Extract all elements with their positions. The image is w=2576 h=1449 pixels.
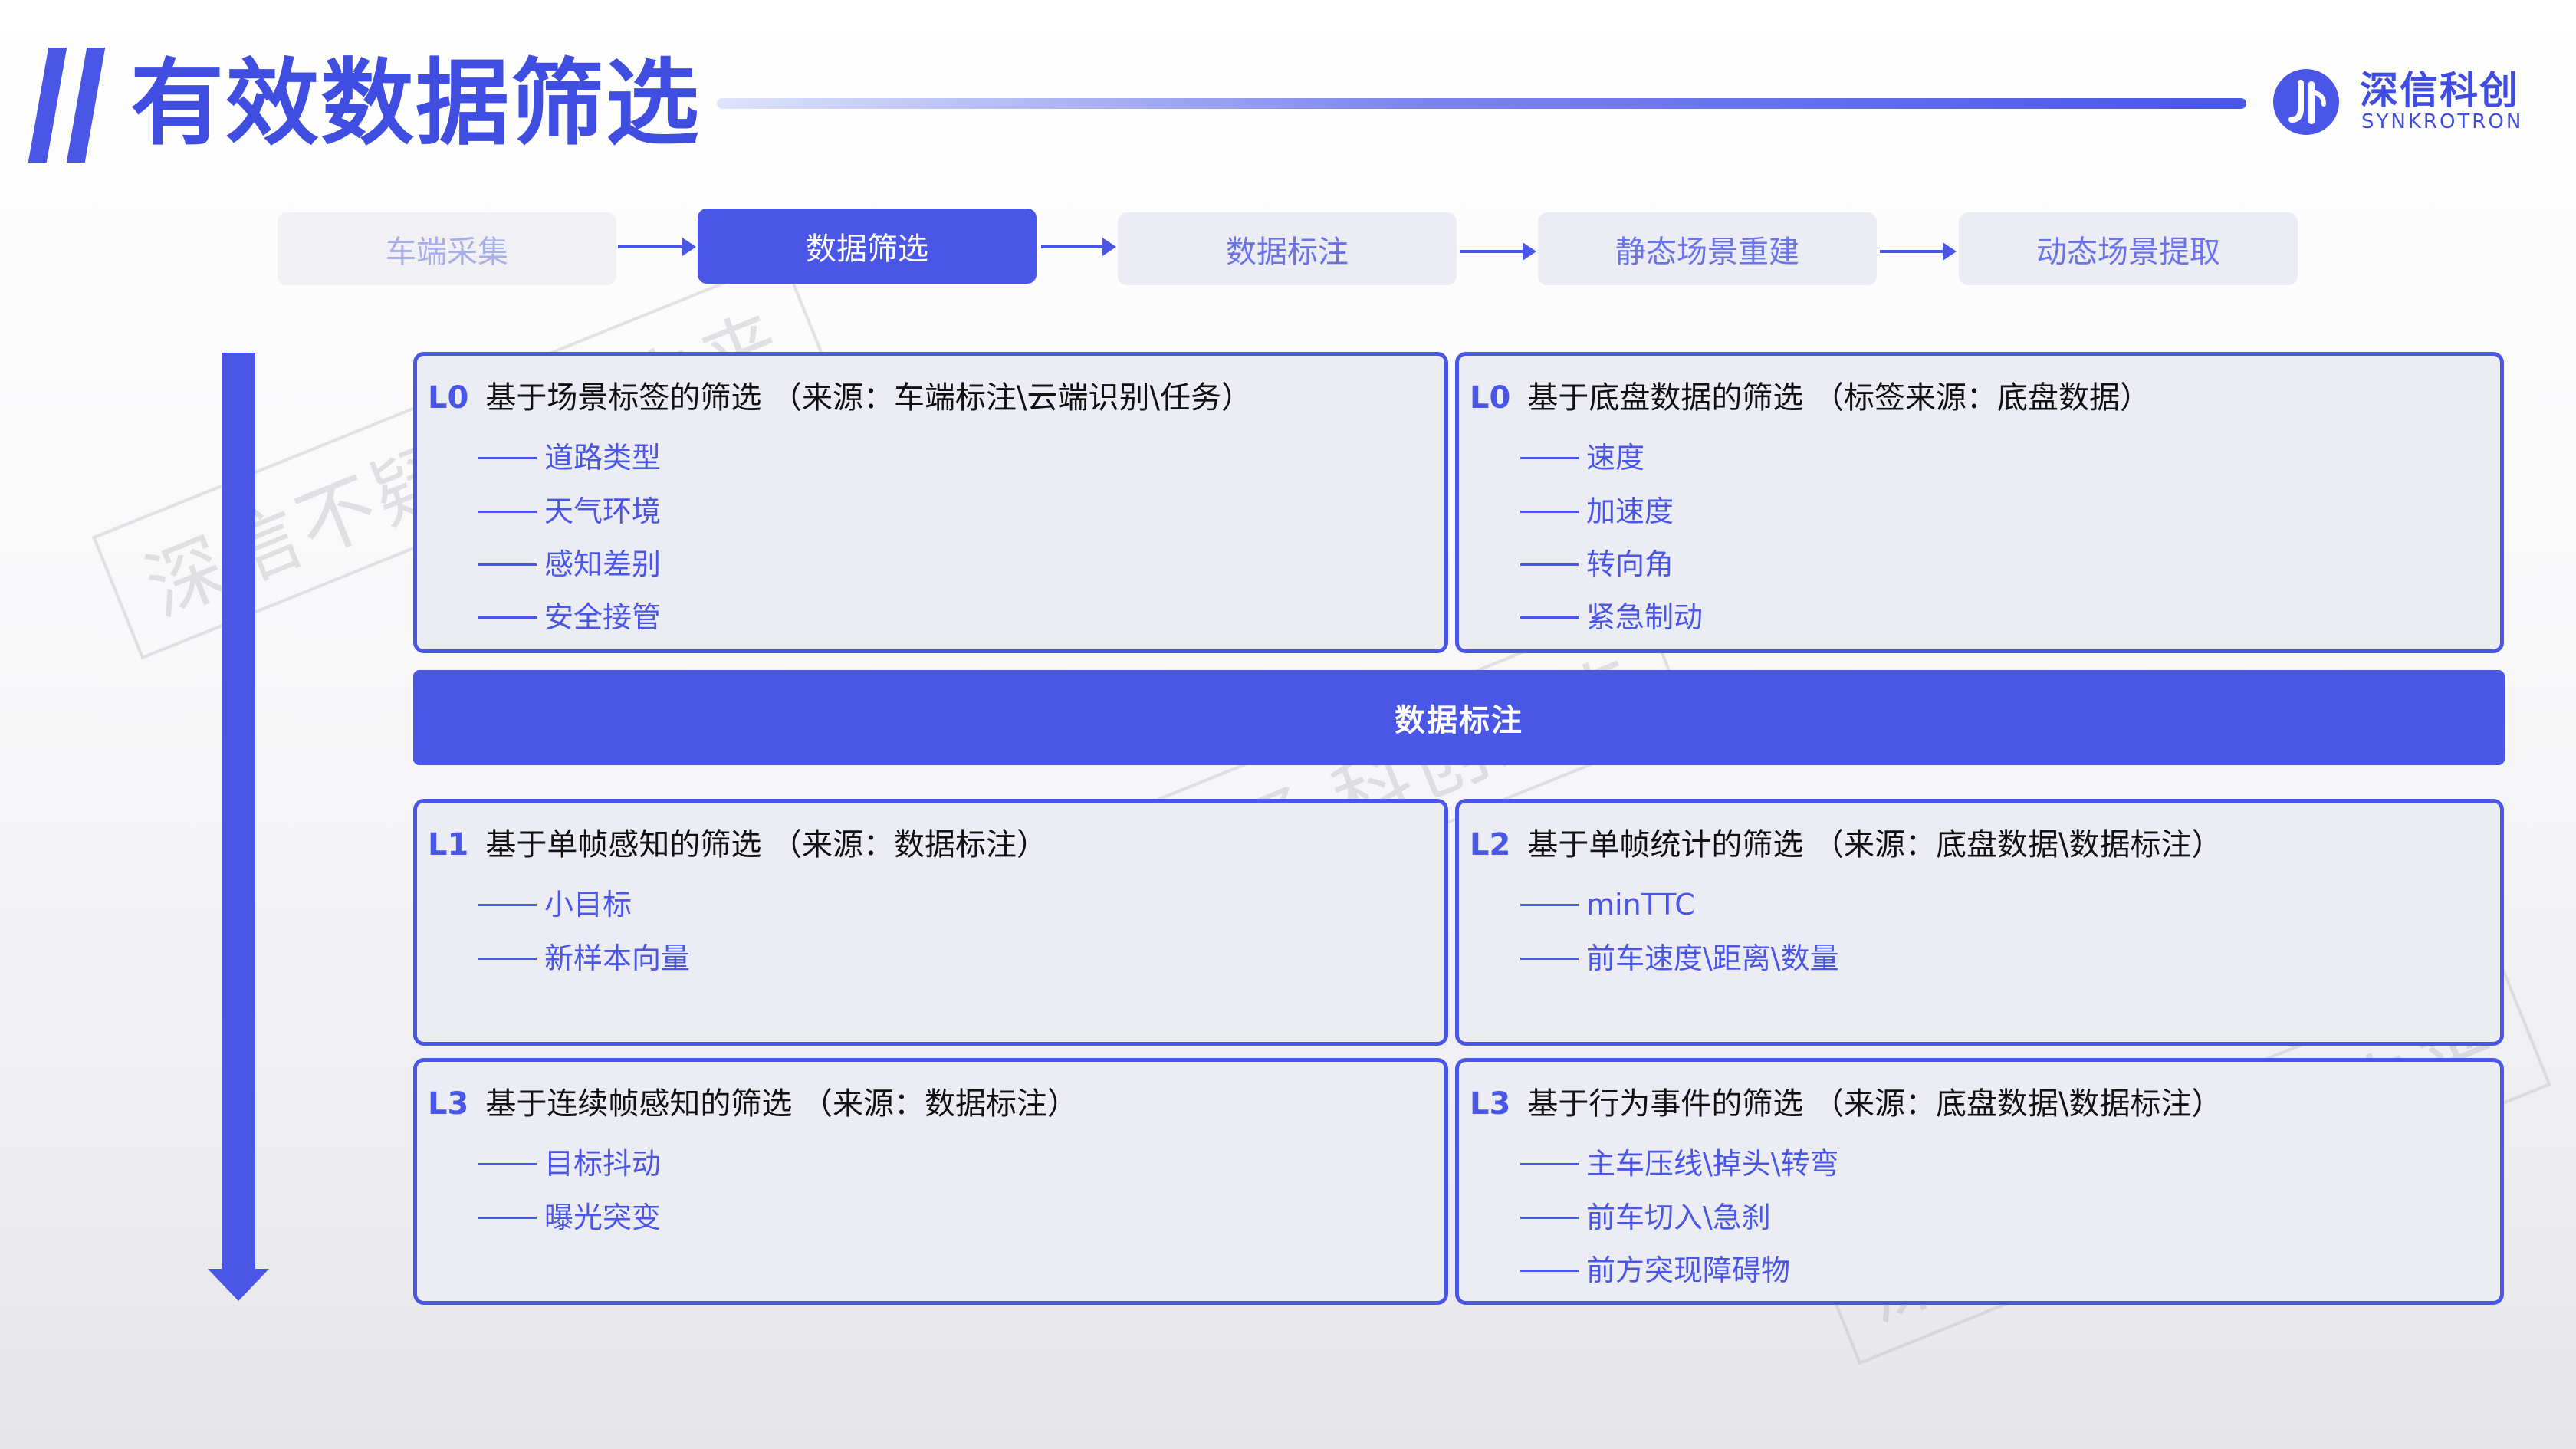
flow-arrow-icon	[618, 238, 696, 256]
pipeline-step-collect[interactable]: 车端采集	[278, 212, 616, 285]
filter-box-l3-continuous: L3 基于连续帧感知的筛选 （来源：数据标注） 目标抖动 曝光突变	[413, 1058, 1448, 1305]
box-title: 基于单帧感知的筛选 （来源：数据标注）	[485, 827, 1048, 863]
box-heading: L1 基于单帧感知的筛选 （来源：数据标注）	[428, 826, 1047, 864]
logo-text-en: SYNKROTRON	[2361, 110, 2524, 133]
level-label: L0	[1470, 380, 1511, 416]
pipeline-step-static-rebuild[interactable]: 静态场景重建	[1538, 212, 1877, 285]
list-item: 目标抖动	[478, 1146, 661, 1181]
box-title: 基于单帧统计的筛选 （来源：底盘数据\数据标注）	[1527, 827, 2223, 863]
filter-box-l2: L2 基于单帧统计的筛选 （来源：底盘数据\数据标注） minTTC 前车速度\距…	[1455, 799, 2504, 1046]
box-title: 基于底盘数据的筛选 （标签来源：底盘数据）	[1527, 380, 2151, 416]
title-accent-bar	[66, 48, 106, 163]
box-heading: L3 基于行为事件的筛选 （来源：底盘数据\数据标注）	[1470, 1085, 2223, 1123]
pipeline-step-filter[interactable]: 数据筛选	[698, 209, 1037, 284]
box-title: 基于场景标签的筛选 （来源：车端标注\云端识别\任务）	[485, 380, 1252, 416]
list-item: 前车速度\距离\数量	[1520, 941, 1839, 976]
logo-icon	[2273, 69, 2339, 135]
list-item: 道路类型	[478, 440, 661, 475]
list-item: 感知差别	[478, 547, 661, 582]
list-item: 前方突现障碍物	[1520, 1253, 1790, 1288]
logo-text-cn: 深信科创	[2360, 68, 2519, 113]
list-item: 新样本向量	[478, 941, 690, 976]
list-item: 小目标	[478, 887, 632, 922]
filter-box-l3-events: L3 基于行为事件的筛选 （来源：底盘数据\数据标注） 主车压线\掉头\转弯 前车…	[1455, 1058, 2504, 1305]
list-item: minTTC	[1520, 887, 1695, 922]
filter-box-l0-chassis: L0 基于底盘数据的筛选 （标签来源：底盘数据） 速度 加速度 转向角 紧急制动	[1455, 352, 2504, 653]
pipeline-step-dynamic-extract[interactable]: 动态场景提取	[1959, 212, 2298, 285]
box-heading: L2 基于单帧统计的筛选 （来源：底盘数据\数据标注）	[1470, 826, 2223, 864]
level-label: L1	[428, 827, 469, 863]
flow-arrow-icon	[1880, 242, 1957, 261]
box-title: 基于连续帧感知的筛选 （来源：数据标注）	[485, 1086, 1079, 1122]
filter-box-l0-scene-tags: L0 基于场景标签的筛选 （来源：车端标注\云端识别\任务） 道路类型 天气环境 …	[413, 352, 1448, 653]
list-item: 转向角	[1520, 547, 1674, 582]
list-item: 安全接管	[478, 600, 661, 635]
box-title: 基于行为事件的筛选 （来源：底盘数据\数据标注）	[1527, 1086, 2223, 1122]
list-item: 主车压线\掉头\转弯	[1520, 1146, 1839, 1181]
list-item: 天气环境	[478, 494, 661, 529]
box-heading: L0 基于底盘数据的筛选 （标签来源：底盘数据）	[1470, 379, 2150, 417]
header-divider	[717, 98, 2246, 109]
title-accent-bar	[28, 48, 67, 163]
list-item: 前车切入\急刹	[1520, 1200, 1771, 1235]
level-label: L0	[428, 380, 469, 416]
box-heading: L0 基于场景标签的筛选 （来源：车端标注\云端识别\任务）	[428, 379, 1252, 417]
level-label: L2	[1470, 827, 1511, 863]
flow-down-arrow	[222, 353, 255, 1273]
flow-arrow-icon	[1460, 242, 1536, 261]
arrow-down-icon	[208, 1269, 269, 1301]
level-label: L3	[1470, 1086, 1511, 1122]
list-item: 曝光突变	[478, 1200, 661, 1235]
page-title: 有效数据筛选	[130, 49, 701, 158]
list-item: 加速度	[1520, 494, 1674, 529]
level-label: L3	[428, 1086, 469, 1122]
annotation-banner: 数据标注	[413, 670, 2505, 765]
list-item: 紧急制动	[1520, 600, 1703, 635]
filter-box-l1: L1 基于单帧感知的筛选 （来源：数据标注） 小目标 新样本向量	[413, 799, 1448, 1046]
box-heading: L3 基于连续帧感知的筛选 （来源：数据标注）	[428, 1085, 1078, 1123]
list-item: 速度	[1520, 440, 1644, 475]
flow-arrow-icon	[1041, 238, 1116, 256]
pipeline-step-annotate[interactable]: 数据标注	[1118, 212, 1457, 285]
